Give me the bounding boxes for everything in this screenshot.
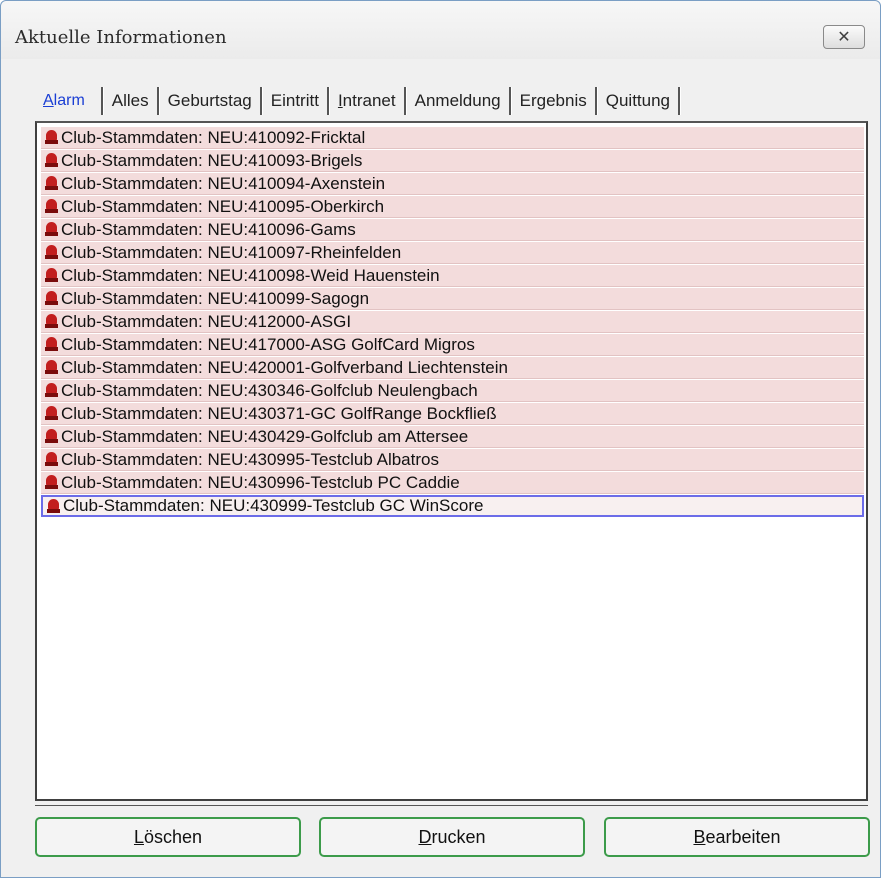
alarm-bell-icon — [45, 360, 58, 375]
list-item[interactable]: Club-Stammdaten: NEU:430346-Golfclub Neu… — [41, 380, 864, 402]
list-item[interactable]: Club-Stammdaten: NEU:410096-Gams — [41, 219, 864, 241]
tab-separator — [508, 87, 512, 115]
list-item[interactable]: Club-Stammdaten: NEU:410092-Fricktal — [41, 127, 864, 149]
list-item[interactable]: Club-Stammdaten: NEU:412000-ASGI — [41, 311, 864, 333]
alarm-list[interactable]: Club-Stammdaten: NEU:410092-Fricktal Club… — [35, 121, 868, 801]
print-button[interactable]: Drucken — [319, 817, 585, 857]
alarm-bell-icon — [47, 498, 60, 514]
alarm-bell-icon — [45, 245, 58, 260]
list-item-label: Club-Stammdaten: NEU:410092-Fricktal — [61, 127, 366, 147]
list-item[interactable]: Club-Stammdaten: NEU:410099-Sagogn — [41, 288, 864, 310]
list-item-label: Club-Stammdaten: NEU:420001-Golfverband … — [61, 357, 508, 377]
alarm-bell-icon — [45, 452, 58, 467]
list-item-label: Club-Stammdaten: NEU:410097-Rheinfelden — [61, 242, 402, 262]
title-bar[interactable]: Aktuelle Informationen ✕ — [1, 1, 880, 59]
tab-alarm[interactable]: Alarm — [31, 88, 97, 114]
alarm-bell-icon — [45, 199, 58, 214]
list-item-label: Club-Stammdaten: NEU:430995-Testclub Alb… — [61, 449, 439, 469]
tab-separator — [678, 87, 681, 115]
delete-button[interactable]: Löschen — [35, 817, 301, 857]
tab-separator — [326, 87, 330, 115]
tab-separator — [259, 87, 263, 115]
alarm-bell-icon — [45, 130, 58, 145]
list-item-label: Club-Stammdaten: NEU:410095-Oberkirch — [61, 196, 385, 216]
list-item-label: Club-Stammdaten: NEU:410098-Weid Hauenst… — [61, 265, 440, 285]
tab-intranet[interactable]: Intranet — [334, 88, 400, 114]
tab-eintritt[interactable]: Eintritt — [267, 88, 323, 114]
list-item[interactable]: Club-Stammdaten: NEU:430996-Testclub PC … — [41, 472, 864, 494]
alarm-bell-icon — [45, 153, 58, 168]
list-item-label: Club-Stammdaten: NEU:430429-Golfclub am … — [61, 426, 469, 446]
tab-alles[interactable]: Alles — [108, 88, 153, 114]
list-item-label: Club-Stammdaten: NEU:430996-Testclub PC … — [61, 472, 460, 492]
list-item[interactable]: Club-Stammdaten: NEU:410098-Weid Hauenst… — [41, 265, 864, 287]
tab-ergebnis[interactable]: Ergebnis — [516, 88, 591, 114]
tab-separator — [100, 87, 104, 115]
alarm-bell-icon — [45, 475, 58, 490]
alarm-bell-icon — [45, 429, 58, 444]
list-item-label: Club-Stammdaten: NEU:430371-GC GolfRange… — [61, 403, 497, 423]
list-item[interactable]: Club-Stammdaten: NEU:410095-Oberkirch — [41, 196, 864, 218]
alarm-bell-icon — [45, 383, 58, 398]
tab-anmeldung[interactable]: Anmeldung — [411, 88, 505, 114]
list-item-label: Club-Stammdaten: NEU:410094-Axenstein — [61, 173, 386, 193]
alarm-bell-icon — [45, 222, 58, 237]
list-item[interactable]: Club-Stammdaten: NEU:410093-Brigels — [41, 150, 864, 172]
list-item-label: Club-Stammdaten: NEU:430999-Testclub GC … — [63, 496, 484, 515]
tab-strip: Alarm Alles Geburtstag Eintritt Intranet… — [31, 83, 685, 119]
list-item-label: Club-Stammdaten: NEU:410096-Gams — [61, 219, 356, 239]
list-item-label: Club-Stammdaten: NEU:430346-Golfclub Neu… — [61, 380, 478, 400]
list-item-label: Club-Stammdaten: NEU:412000-ASGI — [61, 311, 352, 331]
list-item[interactable]: Club-Stammdaten: NEU:410097-Rheinfelden — [41, 242, 864, 264]
alarm-bell-icon — [45, 291, 58, 306]
alarm-bell-icon — [45, 337, 58, 352]
alarm-bell-icon — [45, 406, 58, 421]
list-item[interactable]: Club-Stammdaten: NEU:417000-ASG GolfCard… — [41, 334, 864, 356]
window-title: Aktuelle Informationen — [15, 27, 227, 48]
alarm-bell-icon — [45, 268, 58, 283]
list-item[interactable]: Club-Stammdaten: NEU:410094-Axenstein — [41, 173, 864, 195]
divider — [35, 805, 868, 806]
list-item[interactable]: Club-Stammdaten: NEU:420001-Golfverband … — [41, 357, 864, 379]
alarm-bell-icon — [45, 176, 58, 191]
alarm-bell-icon — [45, 314, 58, 329]
close-button[interactable]: ✕ — [823, 25, 865, 49]
list-item[interactable]: Club-Stammdaten: NEU:430999-Testclub GC … — [41, 495, 864, 517]
edit-button[interactable]: Bearbeiten — [604, 817, 870, 857]
close-icon: ✕ — [837, 29, 851, 46]
tab-separator — [156, 87, 160, 115]
list-item[interactable]: Club-Stammdaten: NEU:430371-GC GolfRange… — [41, 403, 864, 425]
tab-geburtstag[interactable]: Geburtstag — [164, 88, 256, 114]
list-item-label: Club-Stammdaten: NEU:410099-Sagogn — [61, 288, 370, 308]
tab-separator — [594, 87, 598, 115]
tab-separator — [403, 87, 407, 115]
tab-quittung[interactable]: Quittung — [602, 88, 674, 114]
list-item-label: Club-Stammdaten: NEU:410093-Brigels — [61, 150, 363, 170]
list-item[interactable]: Club-Stammdaten: NEU:430429-Golfclub am … — [41, 426, 864, 448]
list-item-label: Club-Stammdaten: NEU:417000-ASG GolfCard… — [61, 334, 475, 354]
dialog-window: Aktuelle Informationen ✕ Alarm Alles Geb… — [0, 0, 881, 878]
list-item[interactable]: Club-Stammdaten: NEU:430995-Testclub Alb… — [41, 449, 864, 471]
